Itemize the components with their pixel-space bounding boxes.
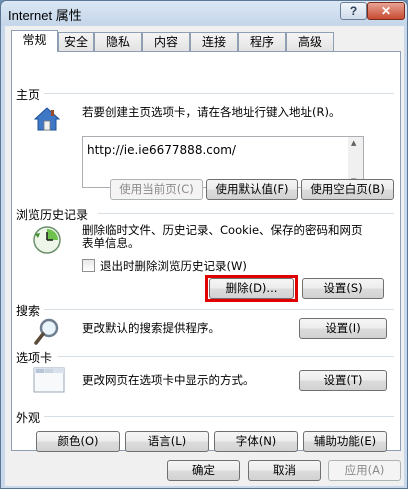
house-icon — [33, 107, 61, 131]
delete-history-button[interactable]: 删除(D)... — [209, 278, 294, 299]
section-divider — [98, 213, 394, 214]
delete-on-exit-checkbox[interactable] — [82, 259, 95, 272]
dialog-client: 常规 安全 隐私 内容 连接 程序 高级 主页 若要创建主页选项卡，请在各地址行… — [5, 26, 404, 486]
tab-programs[interactable]: 程序 — [238, 32, 286, 51]
tabs-description: 更改网页在选项卡中显示的方式。 — [82, 373, 255, 387]
home-url-value: http://ie.ie6677888.com/ — [87, 143, 236, 157]
history-description-line2: 表单信息。 — [82, 236, 140, 250]
tab-privacy[interactable]: 隐私 — [94, 32, 142, 51]
tab-security[interactable]: 安全 — [58, 32, 94, 51]
help-button[interactable]: ? — [340, 2, 367, 20]
history-section-title: 浏览历史记录 — [16, 208, 89, 222]
section-divider — [44, 93, 394, 94]
search-description: 更改默认的搜索提供程序。 — [82, 321, 220, 335]
use-current-button[interactable]: 使用当前页(C) — [110, 179, 203, 200]
history-settings-button[interactable]: 设置(S) — [302, 278, 384, 299]
section-divider — [44, 416, 394, 417]
tab-advanced[interactable]: 高级 — [286, 32, 334, 51]
tabs-settings-button[interactable]: 设置(T) — [299, 370, 387, 391]
accessibility-button[interactable]: 辅助功能(E) — [303, 431, 387, 452]
colors-button[interactable]: 颜色(O) — [36, 431, 120, 452]
tab-connections[interactable]: 连接 — [190, 32, 238, 51]
dialog-window: Internet 属性 ? ✕ 常规 安全 隐私 内容 连接 程序 高级 主页 — [0, 0, 408, 489]
apply-button[interactable]: 应用(A) — [328, 460, 401, 481]
history-clock-icon — [32, 225, 62, 255]
use-default-button[interactable]: 使用默认值(F) — [206, 179, 298, 200]
magnifier-icon — [34, 317, 60, 345]
search-settings-button[interactable]: 设置(I) — [299, 318, 387, 339]
title-bar[interactable]: Internet 属性 ? ✕ — [1, 1, 407, 25]
section-divider — [44, 309, 394, 310]
ok-button[interactable]: 确定 — [167, 460, 240, 481]
general-panel: 主页 若要创建主页选项卡，请在各地址行键入地址(R)。 http://ie.ie… — [11, 51, 401, 452]
home-description: 若要创建主页选项卡，请在各地址行键入地址(R)。 — [82, 105, 341, 119]
tab-content[interactable]: 内容 — [142, 32, 190, 51]
section-divider — [58, 356, 394, 357]
cancel-button[interactable]: 取消 — [248, 460, 321, 481]
tabs-section-title: 选项卡 — [16, 351, 53, 365]
close-button[interactable]: ✕ — [367, 2, 405, 20]
tabs-window-icon — [33, 367, 65, 393]
scroll-up-icon[interactable]: ▲ — [351, 139, 356, 147]
languages-button[interactable]: 语言(L) — [125, 431, 209, 452]
fonts-button[interactable]: 字体(N) — [214, 431, 298, 452]
use-blank-button[interactable]: 使用空白页(B) — [301, 179, 394, 200]
appearance-section-title: 外观 — [16, 411, 41, 425]
delete-on-exit-label[interactable]: 退出时删除浏览历史记录(W) — [100, 260, 247, 273]
home-section-title: 主页 — [16, 88, 41, 102]
window-title: Internet 属性 — [8, 8, 82, 23]
tab-general[interactable]: 常规 — [11, 30, 58, 52]
